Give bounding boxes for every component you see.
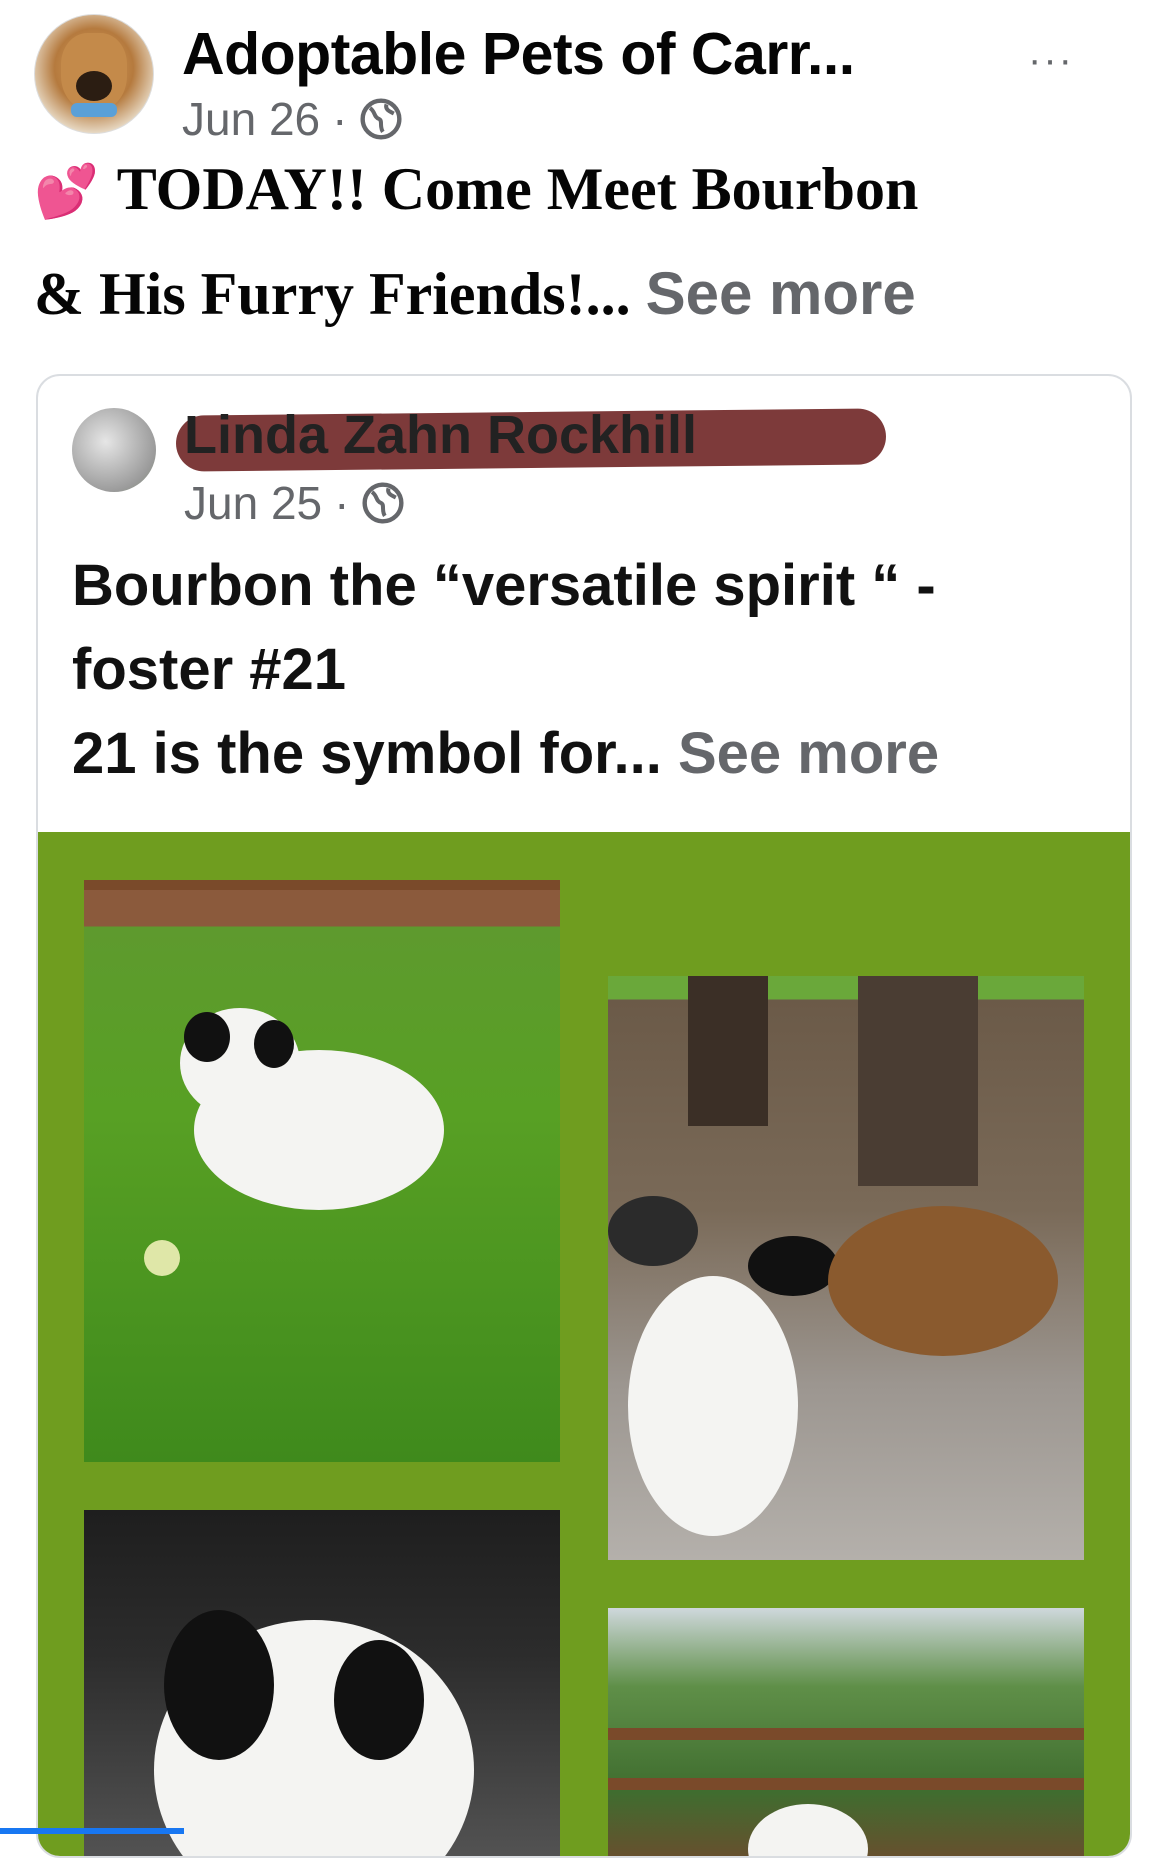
scroll-indicator [0, 1828, 184, 1834]
dog-eye-patch [254, 1020, 294, 1068]
shared-post-card[interactable]: Linda Zahn Rockhill Jun 25 · Bourbon the… [36, 374, 1132, 1858]
photo-collage[interactable] [38, 832, 1130, 1856]
avatar-dog-muzzle [76, 71, 112, 101]
white-dog-body [628, 1276, 798, 1536]
post-header: Adoptable Pets of Carr... Jun 26 · ··· [34, 14, 1134, 145]
shared-text-line-3: 21 is the symbol for... See more [72, 712, 1102, 796]
photo-dogs-meeting[interactable] [608, 976, 1084, 1560]
fence-rail [84, 880, 560, 890]
page-name[interactable]: Adoptable Pets of Carr... [182, 20, 855, 88]
globe-icon[interactable] [361, 481, 405, 525]
brown-dog [828, 1206, 1058, 1356]
more-options-icon[interactable]: ··· [1028, 38, 1074, 83]
shared-post-text: Bourbon the “versatile spirit “ - foster… [72, 544, 1102, 796]
shared-meta-separator: · [334, 477, 350, 529]
photo-dog-on-grass[interactable] [84, 880, 560, 1462]
two-hearts-icon: 💕 [34, 162, 99, 222]
tree-trunk [688, 976, 768, 1126]
fence-rail [608, 1778, 1084, 1790]
shared-text-line-1: Bourbon the “versatile spirit “ - [72, 553, 936, 618]
dog-right-patch [334, 1640, 424, 1760]
white-dog-head-patch [748, 1236, 838, 1296]
fence-rail [608, 1728, 1084, 1740]
shared-text-line-2: foster #21 [72, 637, 347, 702]
shared-see-more-link[interactable]: See more [678, 721, 939, 786]
shared-author-name[interactable]: Linda Zahn Rockhill [184, 404, 697, 466]
post-text-line-2-content: & His Furry Friends!... [34, 261, 631, 327]
post-text-line-1-content: TODAY!! Come Meet Bourbon [116, 156, 919, 222]
post-text-line-2: & His Furry Friends!... See more [34, 243, 1134, 345]
cat [608, 1196, 698, 1266]
post-text: 💕 TODAY!! Come Meet Bourbon & His Furry F… [34, 138, 1134, 345]
dog-ear-patch [184, 1012, 230, 1062]
page-avatar[interactable] [34, 14, 154, 134]
ball [144, 1240, 180, 1276]
post-text-line-1: 💕 TODAY!! Come Meet Bourbon [34, 138, 1134, 243]
shared-author-avatar[interactable] [72, 408, 156, 492]
tree-trunk [858, 976, 978, 1186]
dog-body [748, 1804, 868, 1856]
shared-post-meta: Jun 25 · [184, 476, 405, 530]
see-more-link[interactable]: See more [646, 260, 916, 327]
shared-post-date[interactable]: Jun 25 [184, 476, 322, 530]
globe-icon[interactable] [359, 97, 403, 141]
shared-text-line-3-content: 21 is the symbol for... [72, 721, 662, 786]
dog-left-patch [164, 1610, 274, 1760]
photo-dog-in-car[interactable] [84, 1510, 560, 1856]
avatar-bow-tie [71, 103, 117, 117]
photo-dog-by-fence[interactable] [608, 1608, 1084, 1856]
